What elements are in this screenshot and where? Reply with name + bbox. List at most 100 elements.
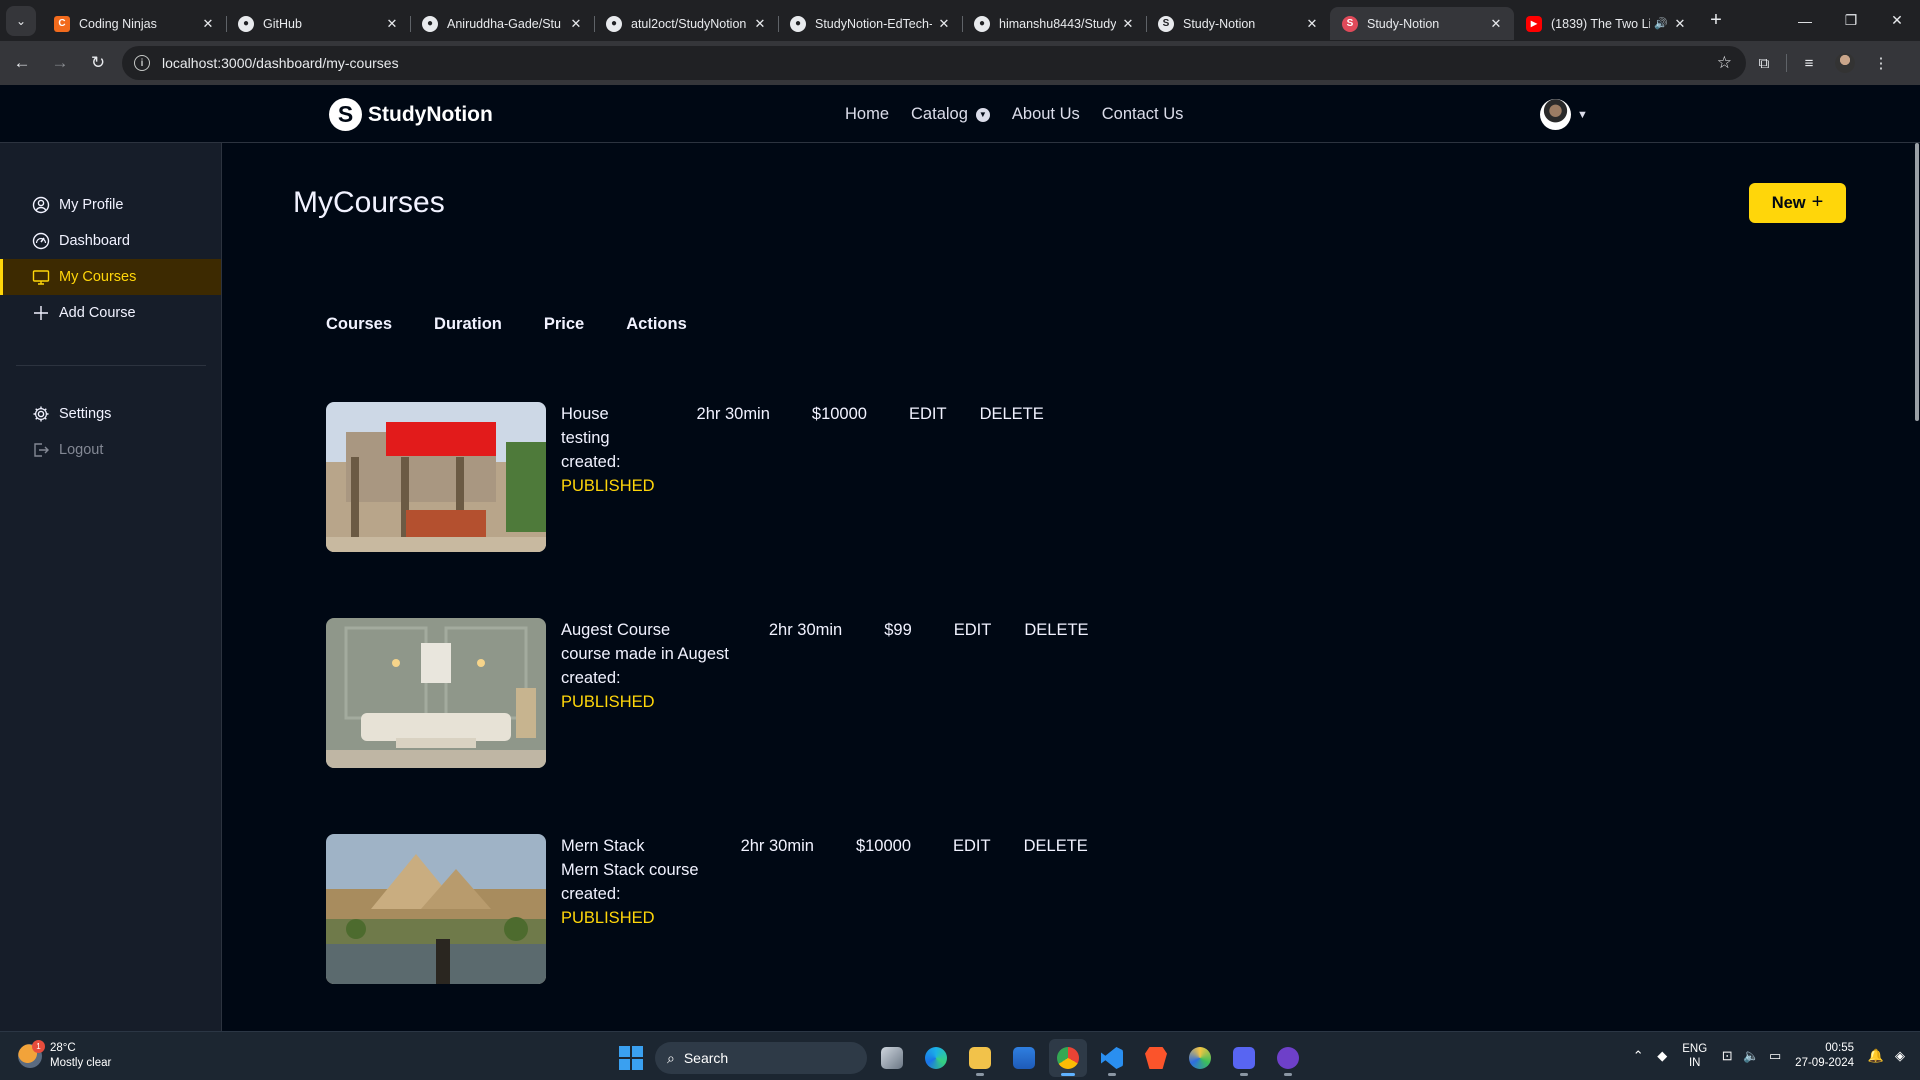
tab-search-button[interactable]: ⌄: [6, 5, 36, 36]
app-icon[interactable]: [1181, 1039, 1219, 1077]
microsoft-store-icon[interactable]: [1005, 1039, 1043, 1077]
nav-link-contact[interactable]: Contact Us: [1102, 105, 1184, 124]
browser-tab[interactable]: S Study-Notion ✕: [1146, 7, 1330, 40]
search-icon: ⌕: [667, 1049, 675, 1066]
sidebar-item-label: Dashboard: [59, 233, 130, 249]
profile-dropdown[interactable]: ▼: [1540, 99, 1588, 130]
new-tab-button[interactable]: +: [1702, 7, 1730, 35]
lang-primary: ENG: [1682, 1043, 1708, 1055]
notification-bell-icon[interactable]: 🔔: [1864, 1048, 1888, 1064]
weather-text: 28°C Mostly clear: [50, 1041, 111, 1071]
media-controls-icon[interactable]: ≡: [1791, 45, 1827, 81]
extensions-icon[interactable]: ⧉: [1746, 45, 1782, 81]
task-view-icon[interactable]: [873, 1039, 911, 1077]
browser-tab[interactable]: ● GitHub ✕: [226, 7, 410, 40]
browser-tab[interactable]: ● atul2oct/StudyNotion ✕: [594, 7, 778, 40]
edge-icon[interactable]: [917, 1039, 955, 1077]
close-icon[interactable]: ✕: [1672, 16, 1688, 32]
course-title-line[interactable]: Augest Course: [561, 618, 729, 642]
browser-tab[interactable]: ● StudyNotion-EdTech- ✕: [778, 7, 962, 40]
sidebar-item-dashboard[interactable]: Dashboard: [0, 223, 221, 259]
browser-tab[interactable]: C Coding Ninjas ✕: [42, 7, 226, 40]
browser-tab-active[interactable]: S Study-Notion ✕: [1330, 7, 1514, 40]
nav-link-catalog[interactable]: Catalog ▼: [911, 105, 990, 124]
nav-link-about[interactable]: About Us: [1012, 105, 1080, 124]
chevron-up-icon[interactable]: ⌃: [1626, 1048, 1650, 1064]
windows-taskbar: 1 28°C Mostly clear ⌕ Search ⌃ ◆ ENG IN …: [0, 1031, 1920, 1080]
sidebar-divider: [15, 365, 206, 366]
bookmark-star-icon[interactable]: ☆: [1717, 53, 1732, 73]
back-icon[interactable]: ←: [6, 47, 38, 79]
close-icon[interactable]: ✕: [568, 16, 584, 32]
user-circle-icon: [32, 196, 50, 214]
sidebar-item-settings[interactable]: Settings: [0, 396, 221, 432]
windows-start-icon[interactable]: [613, 1040, 649, 1076]
github-desktop-icon[interactable]: [1269, 1039, 1307, 1077]
edit-button[interactable]: EDIT: [953, 834, 991, 858]
close-icon[interactable]: ✕: [200, 16, 216, 32]
course-created: created:: [561, 453, 621, 471]
course-thumbnail[interactable]: [326, 834, 546, 984]
chrome-icon[interactable]: [1049, 1039, 1087, 1077]
tray-app-icon[interactable]: ◆: [1650, 1048, 1674, 1064]
sidebar-item-my-courses[interactable]: My Courses: [0, 259, 221, 295]
site-info-icon[interactable]: i: [134, 55, 150, 71]
forward-icon[interactable]: →: [44, 47, 76, 79]
gauge-icon: [32, 232, 50, 250]
course-thumbnail[interactable]: [326, 618, 546, 768]
studynotion-logo[interactable]: S StudyNotion: [329, 98, 493, 131]
minimize-icon[interactable]: —: [1782, 0, 1828, 41]
browser-tab[interactable]: ● himanshu8443/Study ✕: [962, 7, 1146, 40]
reload-icon[interactable]: ↻: [82, 47, 114, 79]
close-window-icon[interactable]: ✕: [1874, 0, 1920, 41]
github-icon: ●: [422, 15, 438, 32]
file-explorer-icon[interactable]: [961, 1039, 999, 1077]
edit-button[interactable]: EDIT: [954, 618, 992, 642]
taskbar-search[interactable]: ⌕ Search: [655, 1042, 867, 1074]
course-price: $10000: [811, 405, 867, 423]
edit-button[interactable]: EDIT: [909, 402, 947, 426]
restore-icon[interactable]: ❐: [1828, 0, 1874, 41]
close-icon[interactable]: ✕: [1304, 16, 1320, 32]
nav-link-home[interactable]: Home: [845, 105, 889, 124]
course-title-line: course made in Augest: [561, 645, 729, 663]
sidebar-item-my-profile[interactable]: My Profile: [0, 187, 221, 223]
address-bar[interactable]: i localhost:3000/dashboard/my-courses ☆: [122, 46, 1746, 80]
volume-icon[interactable]: 🔈: [1739, 1048, 1763, 1064]
browser-tab[interactable]: ● Aniruddha-Gade/Stu ✕: [410, 7, 594, 40]
page-scrollbar-thumb[interactable]: [1915, 143, 1919, 421]
sidebar-item-logout[interactable]: Logout: [0, 432, 221, 468]
delete-button[interactable]: DELETE: [1024, 834, 1088, 858]
profile-icon[interactable]: [1827, 45, 1863, 81]
brave-icon[interactable]: [1137, 1039, 1175, 1077]
copilot-icon[interactable]: ◈: [1888, 1048, 1912, 1064]
menu-kebab-icon[interactable]: ⋮: [1863, 45, 1899, 81]
sidebar-item-add-course[interactable]: Add Course: [0, 295, 221, 331]
plus-icon: [32, 304, 50, 322]
sidebar-item-label: Settings: [59, 406, 112, 422]
input-language[interactable]: ENG IN: [1682, 1042, 1707, 1070]
course-title-line[interactable]: House: [561, 402, 655, 426]
close-icon[interactable]: ✕: [1120, 16, 1136, 32]
vscode-icon[interactable]: [1093, 1039, 1131, 1077]
delete-button[interactable]: DELETE: [1024, 618, 1088, 642]
weather-widget[interactable]: 1 28°C Mostly clear: [18, 1040, 111, 1071]
battery-icon[interactable]: ▭: [1763, 1048, 1787, 1064]
discord-icon[interactable]: [1225, 1039, 1263, 1077]
close-icon[interactable]: ✕: [752, 16, 768, 32]
network-icon[interactable]: ⊡: [1715, 1048, 1739, 1064]
close-icon[interactable]: ✕: [384, 16, 400, 32]
delete-button[interactable]: DELETE: [980, 402, 1044, 426]
clock-date: 27-09-2024: [1795, 1057, 1854, 1069]
nav-links: Home Catalog ▼ About Us Contact Us: [845, 105, 1183, 124]
close-icon[interactable]: ✕: [1488, 16, 1504, 32]
status-badge: PUBLISHED: [561, 909, 655, 927]
browser-tab[interactable]: ▶ (1839) The Two Li 🔊 ✕: [1514, 7, 1698, 40]
clock[interactable]: 00:55 27-09-2024: [1795, 1041, 1854, 1071]
course-title-line[interactable]: Mern Stack: [561, 834, 699, 858]
new-course-button[interactable]: New +: [1749, 183, 1846, 223]
course-thumbnail[interactable]: [326, 402, 546, 552]
url-text[interactable]: localhost:3000/dashboard/my-courses: [162, 55, 1717, 71]
speaker-icon[interactable]: 🔊: [1654, 17, 1668, 30]
close-icon[interactable]: ✕: [936, 16, 952, 32]
